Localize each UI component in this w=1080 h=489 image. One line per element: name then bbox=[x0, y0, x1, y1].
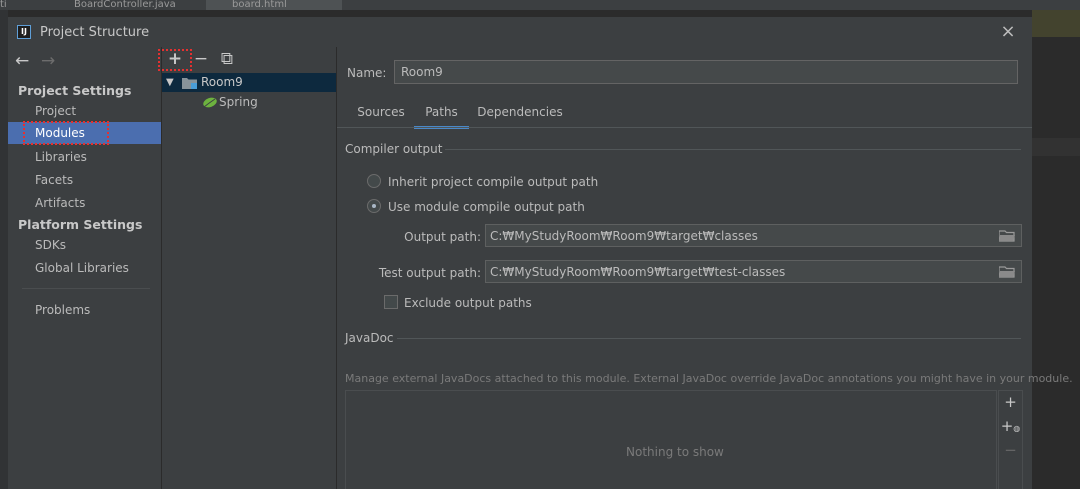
dialog-titlebar: IJ Project Structure × bbox=[8, 17, 1032, 47]
exclude-output-label[interactable]: Exclude output paths bbox=[404, 296, 532, 310]
tabs-divider bbox=[337, 127, 1032, 128]
module-settings-panel: Name: Sources Paths Dependencies Compile… bbox=[337, 47, 1073, 489]
project-settings-header: Project Settings bbox=[18, 83, 132, 98]
browse-folder-icon[interactable] bbox=[999, 230, 1015, 242]
modules-list-panel: + − ⧉ ▼ Room9 Spring bbox=[158, 47, 337, 489]
javadoc-description: Manage external JavaDocs attached to thi… bbox=[345, 372, 1073, 385]
sidebar-item-facets[interactable]: Facets bbox=[8, 169, 161, 191]
sidebar-item-global-libraries[interactable]: Global Libraries bbox=[8, 257, 161, 279]
globe-icon: ◍ bbox=[1013, 424, 1021, 433]
expand-arrow-icon[interactable]: ▼ bbox=[166, 74, 174, 91]
output-path-input[interactable] bbox=[485, 224, 1022, 247]
javadoc-title: JavaDoc bbox=[345, 331, 394, 345]
ide-tab-board-html[interactable]: board.html bbox=[206, 0, 342, 10]
add-javadoc-button[interactable]: + bbox=[999, 393, 1022, 411]
compiler-output-divider bbox=[445, 149, 1021, 150]
modules-highlight-annotation bbox=[23, 121, 109, 145]
copy-module-button[interactable]: ⧉ bbox=[217, 49, 237, 69]
name-label: Name: bbox=[347, 66, 387, 80]
inherit-output-label[interactable]: Inherit project compile output path bbox=[388, 175, 598, 189]
module-output-label[interactable]: Use module compile output path bbox=[388, 200, 585, 214]
sidebar-item-libraries[interactable]: Libraries bbox=[8, 146, 161, 168]
ide-notification-banner bbox=[1032, 10, 1080, 38]
test-output-path-label: Test output path: bbox=[378, 266, 481, 280]
javadoc-toolbar: + +◍ − bbox=[998, 390, 1023, 489]
tree-facet-spring-label[interactable]: Spring bbox=[219, 93, 258, 112]
close-button[interactable]: × bbox=[998, 22, 1018, 42]
forward-arrow-icon[interactable]: → bbox=[41, 51, 55, 71]
add-javadoc-url-button[interactable]: +◍ bbox=[999, 417, 1022, 435]
output-path-label: Output path: bbox=[404, 230, 481, 244]
tab-paths[interactable]: Paths bbox=[414, 105, 469, 129]
tab-sources[interactable]: Sources bbox=[351, 105, 411, 127]
inherit-output-radio[interactable] bbox=[367, 174, 381, 188]
test-output-path-input[interactable] bbox=[485, 260, 1022, 283]
platform-settings-header: Platform Settings bbox=[18, 217, 143, 232]
exclude-output-checkbox[interactable] bbox=[384, 295, 398, 309]
module-output-radio[interactable] bbox=[367, 199, 381, 213]
javadoc-list[interactable] bbox=[345, 390, 997, 489]
radio-selected-dot bbox=[372, 204, 376, 208]
compiler-output-title: Compiler output bbox=[345, 142, 443, 156]
settings-sidebar: ← → Project Settings Project Modules Lib… bbox=[8, 47, 162, 489]
remove-module-button[interactable]: − bbox=[191, 49, 211, 69]
ide-tab-partial[interactable]: ti bbox=[0, 0, 12, 10]
plus-icon: + bbox=[1000, 417, 1014, 435]
project-structure-dialog: IJ Project Structure × ← → Project Setti… bbox=[8, 17, 1073, 489]
sidebar-divider bbox=[22, 288, 150, 289]
module-name-input[interactable] bbox=[394, 60, 1018, 84]
javadoc-empty-text: Nothing to show bbox=[626, 445, 724, 459]
browse-folder-icon[interactable] bbox=[999, 266, 1015, 278]
ide-editor-area bbox=[1032, 37, 1080, 489]
tree-module-label: Room9 bbox=[201, 75, 243, 89]
dialog-title: Project Structure bbox=[40, 25, 150, 40]
sidebar-item-artifacts[interactable]: Artifacts bbox=[8, 192, 161, 214]
ide-gutter bbox=[0, 10, 8, 489]
sidebar-item-problems[interactable]: Problems bbox=[8, 299, 161, 321]
javadoc-divider bbox=[397, 338, 1021, 339]
intellij-icon: IJ bbox=[17, 25, 31, 39]
sidebar-item-sdks[interactable]: SDKs bbox=[8, 234, 161, 256]
tab-dependencies[interactable]: Dependencies bbox=[474, 105, 566, 127]
ide-editor-tabs-bar: ti BoardController.java board.html bbox=[0, 0, 1080, 10]
back-arrow-icon[interactable]: ← bbox=[15, 51, 29, 71]
remove-javadoc-button[interactable]: − bbox=[999, 441, 1022, 459]
tree-row-room9[interactable]: ▼ Room9 bbox=[162, 73, 336, 92]
module-folder-icon bbox=[182, 78, 197, 89]
add-button-highlight-annotation bbox=[158, 49, 192, 71]
spring-leaf-icon bbox=[203, 97, 217, 108]
ide-tab-board-controller[interactable]: BoardController.java bbox=[56, 0, 204, 10]
ide-current-line-highlight bbox=[1032, 138, 1080, 156]
sidebar-item-project[interactable]: Project bbox=[8, 100, 161, 122]
